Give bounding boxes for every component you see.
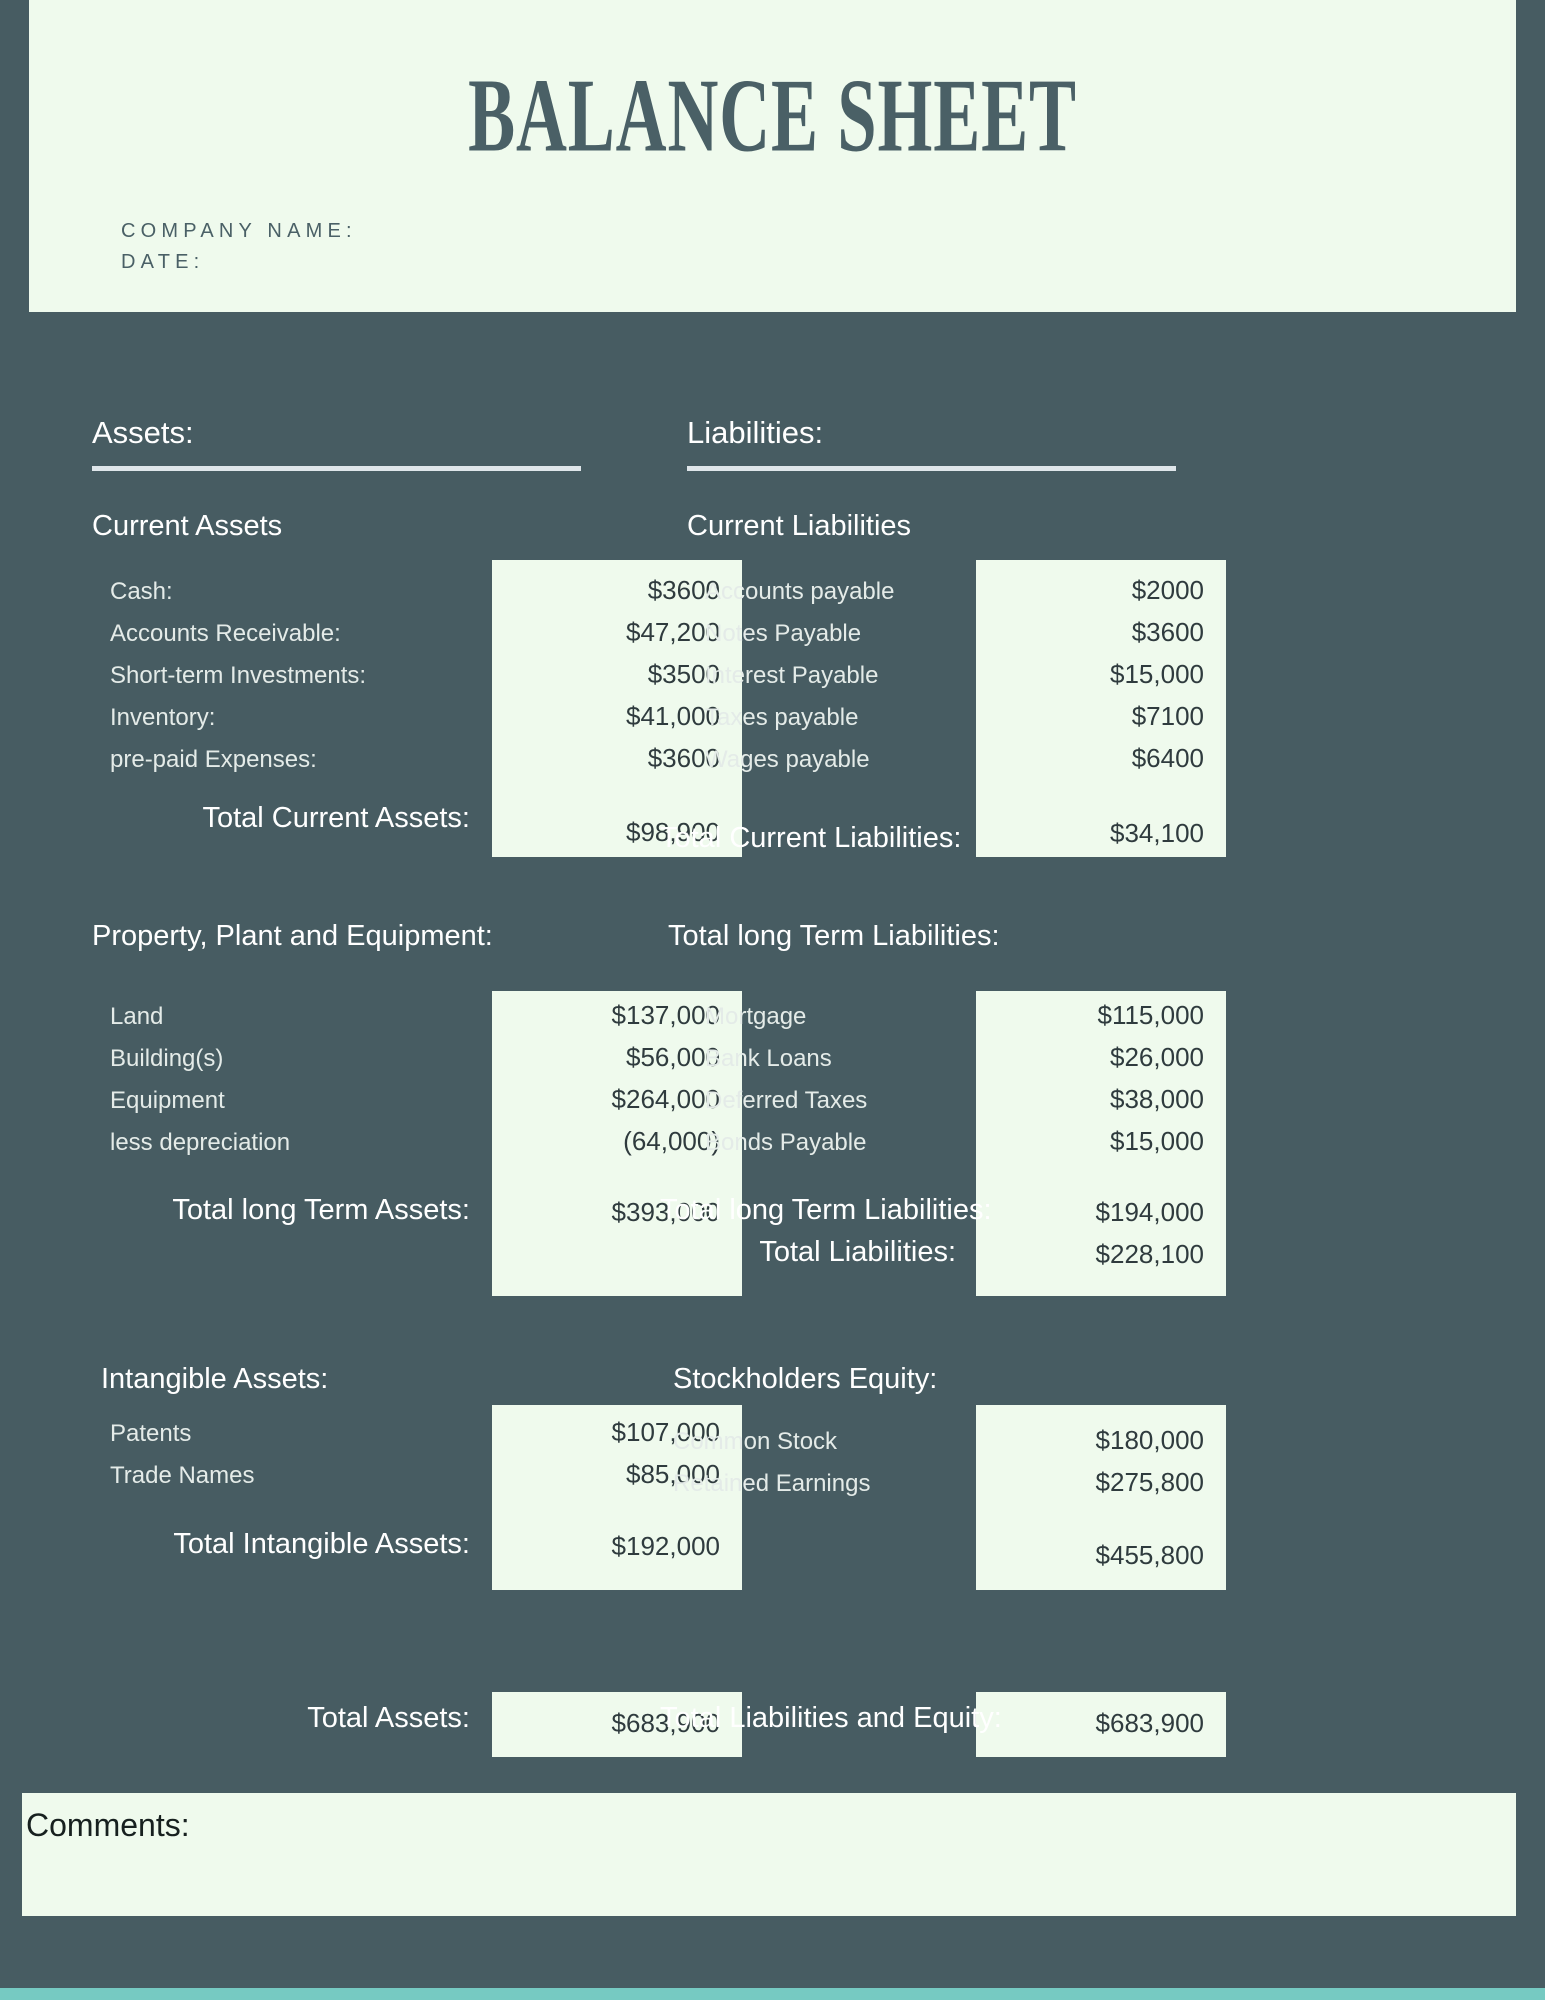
total-current-assets-label: Total Current Assets: [202,802,470,834]
row-label: Trade Names [110,1462,255,1489]
assets-section-title: Assets: [92,415,194,450]
intangible-assets-heading: Intangible Assets: [101,1363,329,1395]
liabilities-section-title: Liabilities: [687,415,824,450]
comments-label: Comments: [26,1807,190,1843]
row-label: Accounts Receivable: [110,620,341,647]
row-value: $137,000 [611,1000,720,1030]
row-label: Wages payable [705,746,870,773]
row-label: Taxes payable [705,704,859,731]
row-label: Notes Payable [705,620,862,647]
total-current-liabilities-value: $34,100 [1110,818,1204,848]
total-liabilities-value: $228,100 [1095,1239,1204,1269]
row-label: Accounts payable [705,578,895,605]
date-label: DATE: [121,251,205,273]
row-label: Common Stock [673,1428,838,1455]
total-long-term-liabilities-value: $194,000 [1095,1197,1204,1227]
row-label: Short-term Investments: [110,662,367,689]
row-value: $3600 [647,743,720,773]
row-value: $3600 [647,575,720,605]
row-value: $7100 [1131,701,1204,731]
row-value: $26,000 [1110,1042,1204,1072]
ppe-heading: Property, Plant and Equipment: [92,920,493,952]
row-value: (64,000) [623,1126,720,1156]
row-label: Inventory: [110,704,216,731]
total-long-term-liabilities-label: Total long Term Liabilities: [660,1194,992,1226]
total-liabilities-equity-value: $683,900 [1095,1708,1204,1738]
total-assets-label: Total Assets: [307,1702,470,1734]
row-value: $180,000 [1095,1425,1204,1455]
row-label: Land [110,1003,164,1030]
liabilities-section-rule [687,466,1176,471]
total-current-liabilities-label: Total Current Liabilities: [660,822,962,854]
row-value: $264,000 [611,1084,720,1114]
row-value: $6400 [1131,743,1204,773]
row-value: $3600 [1131,617,1204,647]
total-liabilities-equity-label: Total Liabilities and Equity: [660,1702,1002,1734]
row-label: Interest Payable [705,662,879,689]
stockholders-equity-heading: Stockholders Equity: [673,1363,938,1395]
balance-sheet-page: BALANCE SHEET COMPANY NAME: DATE: Assets… [0,0,1545,2000]
row-label: Patents [110,1420,192,1447]
row-label: pre-paid Expenses: [110,746,317,773]
row-label: Retained Earnings [673,1470,871,1497]
comments-box[interactable] [22,1793,1516,1916]
total-liabilities-label: Total Liabilities: [759,1236,956,1268]
current-liabilities-heading: Current Liabilities [687,510,912,542]
row-value: $15,000 [1110,1126,1204,1156]
row-label: Building(s) [110,1045,224,1072]
total-long-term-assets-label: Total long Term Assets: [172,1194,470,1226]
row-label: Bonds Payable [705,1129,867,1156]
row-label: Cash: [110,578,173,605]
row-value: $38,000 [1110,1084,1204,1114]
row-value: $2000 [1131,575,1204,605]
header-panel: BALANCE SHEET COMPANY NAME: DATE: [29,0,1516,312]
current-assets-heading: Current Assets [92,510,283,542]
row-value: $275,800 [1095,1467,1204,1497]
total-intangible-assets-label: Total Intangible Assets: [173,1528,470,1560]
row-value: $41,000 [626,701,720,731]
total-equity-value: $455,800 [1095,1540,1204,1570]
row-label: Mortgage [705,1003,807,1030]
total-intangible-assets-value: $192,000 [611,1531,720,1561]
row-value: $115,000 [1097,1000,1204,1030]
assets-section-rule [92,466,581,471]
row-value: $15,000 [1110,659,1204,689]
long-term-liabilities-heading: Total long Term Liabilities: [668,920,1000,952]
row-value: $3500 [647,659,720,689]
row-value: $56,000 [626,1042,720,1072]
page-title: BALANCE SHEET [468,57,1077,174]
company-name-label: COMPANY NAME: [121,220,357,242]
footer-accent-bar [0,1988,1545,2000]
row-value: $47,200 [626,617,720,647]
row-label: less depreciation [110,1129,291,1156]
row-label: Bank Loans [705,1045,832,1072]
row-label: Equipment [110,1087,225,1114]
row-label: Deferred Taxes [705,1087,868,1114]
